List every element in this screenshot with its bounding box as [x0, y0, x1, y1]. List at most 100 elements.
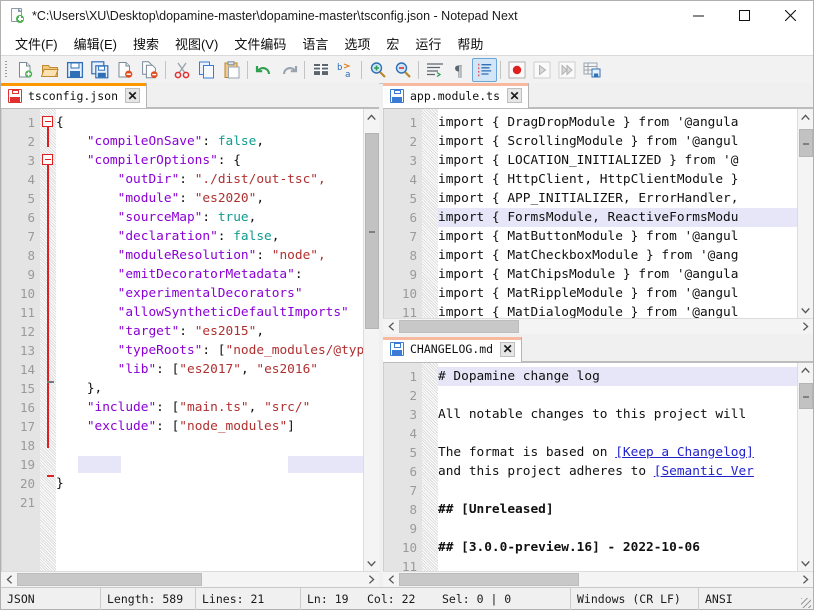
code-line[interactable]: "exclude": ["node_modules"]: [56, 417, 363, 436]
scroll-left-arrow[interactable]: [383, 572, 399, 588]
code-line[interactable]: "typeRoots": ["node_modules/@types": [56, 341, 363, 360]
code-line[interactable]: import { ScrollingModule } from '@angul: [438, 132, 797, 151]
scroll-down-arrow[interactable]: [798, 555, 814, 571]
scroll-up-arrow[interactable]: [364, 109, 380, 125]
save-macro-icon[interactable]: [579, 58, 604, 82]
paste-icon[interactable]: [219, 58, 244, 82]
code-line[interactable]: [438, 481, 797, 500]
code-line[interactable]: [438, 557, 797, 571]
top-right-code-content[interactable]: import { DragDropModule } from '@angulai…: [438, 109, 797, 318]
code-line[interactable]: The format is based on [Keep a Changelog…: [438, 443, 797, 462]
code-line[interactable]: import { MatChipsModule } from '@angula: [438, 265, 797, 284]
scroll-thumb[interactable]: [799, 383, 813, 409]
markdown-link[interactable]: [Keep a Changelog]: [615, 445, 754, 460]
close-all-icon[interactable]: [137, 58, 162, 82]
code-line[interactable]: "lib": ["es2017", "es2016": [56, 360, 363, 379]
code-line[interactable]: "outDir": "./dist/out-tsc",: [56, 170, 363, 189]
menu-macro[interactable]: 宏: [378, 31, 407, 56]
top-right-hscrollbar[interactable]: [383, 318, 813, 334]
code-line[interactable]: # Dopamine change log: [438, 367, 797, 386]
zoom-out-icon[interactable]: [390, 58, 415, 82]
code-line[interactable]: [56, 455, 363, 474]
code-line[interactable]: import { APP_INITIALIZER, ErrorHandler,: [438, 189, 797, 208]
bottom-right-editor[interactable]: 1234567891011 # Dopamine change log All …: [383, 363, 813, 571]
close-file-icon[interactable]: [112, 58, 137, 82]
code-line[interactable]: import { FormsModule, ReactiveFormsModu: [438, 208, 797, 227]
bottom-right-code-content[interactable]: # Dopamine change log All notable change…: [438, 363, 797, 571]
code-line[interactable]: "target": "es2015",: [56, 322, 363, 341]
code-line[interactable]: ## [Unreleased]: [438, 500, 797, 519]
code-line[interactable]: [438, 386, 797, 405]
open-file-icon[interactable]: [37, 58, 62, 82]
code-line[interactable]: [56, 436, 363, 455]
code-line[interactable]: "experimentalDecorators": [56, 284, 363, 303]
menu-file[interactable]: 文件(F): [7, 31, 66, 56]
code-line[interactable]: "allowSyntheticDefaultImports": [56, 303, 363, 322]
code-line[interactable]: and this project adheres to [Semantic Ve…: [438, 462, 797, 481]
scroll-right-arrow[interactable]: [797, 572, 813, 588]
new-file-icon[interactable]: [12, 58, 37, 82]
scroll-thumb[interactable]: [399, 573, 579, 586]
undo-icon[interactable]: [251, 58, 276, 82]
code-line[interactable]: "compilerOptions": {: [56, 151, 363, 170]
show-symbol-icon[interactable]: ¶: [447, 58, 472, 82]
code-line[interactable]: All notable changes to this project will: [438, 405, 797, 424]
scroll-right-arrow[interactable]: [797, 319, 813, 335]
status-language[interactable]: JSON: [1, 588, 101, 610]
code-line[interactable]: "compileOnSave": false,: [56, 132, 363, 151]
scroll-down-arrow[interactable]: [798, 302, 814, 318]
menu-help[interactable]: 帮助: [449, 31, 491, 56]
tab-app-module-ts[interactable]: app.module.ts ✕: [383, 83, 529, 108]
menu-encoding[interactable]: 文件编码: [226, 31, 294, 56]
code-line[interactable]: }: [56, 474, 363, 493]
replace-icon[interactable]: b a: [333, 58, 358, 82]
close-button[interactable]: [767, 1, 813, 31]
code-line[interactable]: "module": "es2020",: [56, 189, 363, 208]
code-line[interactable]: import { MatButtonModule } from '@angul: [438, 227, 797, 246]
scroll-track[interactable]: [798, 379, 814, 555]
scroll-track[interactable]: [399, 319, 797, 335]
tab-close-button[interactable]: ✕: [500, 342, 515, 357]
scroll-down-arrow[interactable]: [364, 555, 380, 571]
bottom-right-hscrollbar[interactable]: [383, 571, 813, 587]
code-line[interactable]: {: [56, 113, 363, 132]
scroll-up-arrow[interactable]: [798, 363, 814, 379]
left-fold-column[interactable]: [40, 109, 56, 571]
status-eol[interactable]: Windows (CR LF): [571, 588, 699, 610]
markdown-link[interactable]: [Semantic Ver: [654, 464, 754, 479]
code-line[interactable]: import { HttpClient, HttpClientModule }: [438, 170, 797, 189]
scroll-thumb[interactable]: [17, 573, 202, 586]
menu-language[interactable]: 语言: [294, 31, 336, 56]
code-line[interactable]: "sourceMap": true,: [56, 208, 363, 227]
code-line[interactable]: "moduleResolution": "node",: [56, 246, 363, 265]
code-line[interactable]: "declaration": false,: [56, 227, 363, 246]
code-line[interactable]: "include": ["main.ts", "src/": [56, 398, 363, 417]
left-vertical-scrollbar[interactable]: [363, 109, 379, 571]
scroll-right-arrow[interactable]: [363, 572, 379, 588]
tab-changelog-md[interactable]: CHANGELOG.md ✕: [383, 337, 522, 362]
code-line[interactable]: [56, 493, 363, 512]
play-macro-icon[interactable]: [529, 58, 554, 82]
play-macro-multiple-icon[interactable]: [554, 58, 579, 82]
fold-marker-line-3[interactable]: [42, 154, 53, 165]
scroll-thumb[interactable]: [399, 320, 519, 333]
code-line[interactable]: import { MatDialogModule } from '@angul: [438, 303, 797, 318]
code-line[interactable]: import { LOCATION_INITIALIZED } from '@: [438, 151, 797, 170]
top-right-vertical-scrollbar[interactable]: [797, 109, 813, 318]
scroll-thumb[interactable]: [365, 133, 379, 329]
save-icon[interactable]: [62, 58, 87, 82]
tab-tsconfig-json[interactable]: tsconfig.json ✕: [1, 83, 147, 108]
tab-close-button[interactable]: ✕: [125, 88, 140, 103]
minimize-button[interactable]: [675, 1, 721, 31]
menu-edit[interactable]: 编辑(E): [66, 31, 125, 56]
left-editor[interactable]: 123456789101112131415161718192021 { "com…: [1, 109, 379, 571]
code-line[interactable]: import { MatRippleModule } from '@angul: [438, 284, 797, 303]
toolbar-grip[interactable]: [3, 60, 10, 80]
bottom-right-vertical-scrollbar[interactable]: [797, 363, 813, 571]
word-wrap-icon[interactable]: [422, 58, 447, 82]
menu-settings[interactable]: 选项: [336, 31, 378, 56]
code-line[interactable]: import { MatCheckboxModule } from '@ang: [438, 246, 797, 265]
code-line[interactable]: ## [3.0.0-preview.16] - 2022-10-06: [438, 538, 797, 557]
top-right-editor[interactable]: 1234567891011 import { DragDropModule } …: [383, 109, 813, 318]
code-line[interactable]: [438, 519, 797, 538]
